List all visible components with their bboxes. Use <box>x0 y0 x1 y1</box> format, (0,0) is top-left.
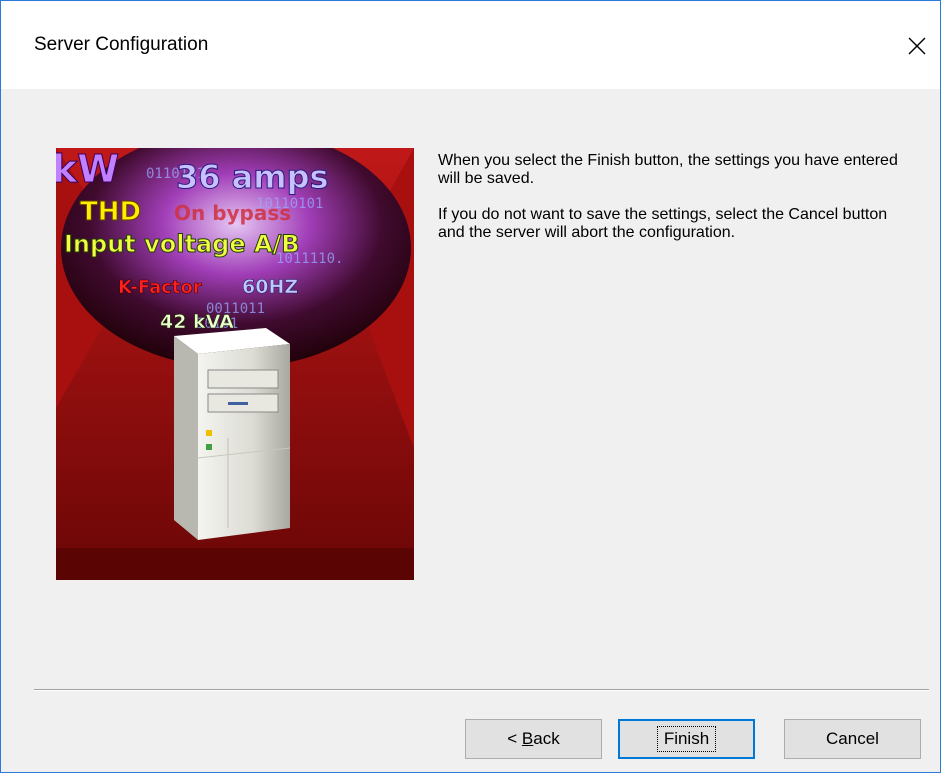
message-paragraph-2: If you do not want to save the settings,… <box>438 206 888 241</box>
back-button[interactable]: < Back <box>465 719 602 759</box>
label-input-voltage: Input voltage A/B <box>64 230 300 258</box>
finish-button-label: Finish <box>656 726 717 752</box>
server-power-image: 0110101 10110101 1011110. 0011011 10101 … <box>56 148 414 580</box>
button-divider <box>34 689 929 691</box>
title-bar: Server Configuration <box>1 1 940 89</box>
label-thd: THD <box>80 197 141 227</box>
back-button-prefix: < <box>507 729 522 748</box>
cancel-button[interactable]: Cancel <box>784 719 921 759</box>
server-tower-icon <box>174 328 291 540</box>
close-button[interactable] <box>894 23 940 69</box>
label-k-factor: K-Factor <box>118 277 202 298</box>
close-icon <box>908 37 926 55</box>
label-kva: 42 kVA <box>160 311 234 333</box>
wizard-illustration: 0110101 10110101 1011110. 0011011 10101 … <box>56 148 414 580</box>
label-kw: kW <box>56 148 119 191</box>
label-on-bypass: On bypass <box>174 201 291 225</box>
label-60hz: 60HZ <box>242 276 298 298</box>
dialog-window: Server Configuration 0110101 10110101 10… <box>0 0 941 773</box>
finish-button[interactable]: Finish <box>618 719 755 759</box>
back-button-accelerator: B <box>521 729 534 748</box>
wizard-message: When you select the Finish button, the s… <box>438 152 908 260</box>
label-amps: 36 amps <box>176 158 329 196</box>
window-title: Server Configuration <box>34 34 209 55</box>
message-paragraph-1: When you select the Finish button, the s… <box>438 152 898 187</box>
back-button-label: ack <box>533 729 560 748</box>
cancel-button-label: Cancel <box>826 729 879 748</box>
